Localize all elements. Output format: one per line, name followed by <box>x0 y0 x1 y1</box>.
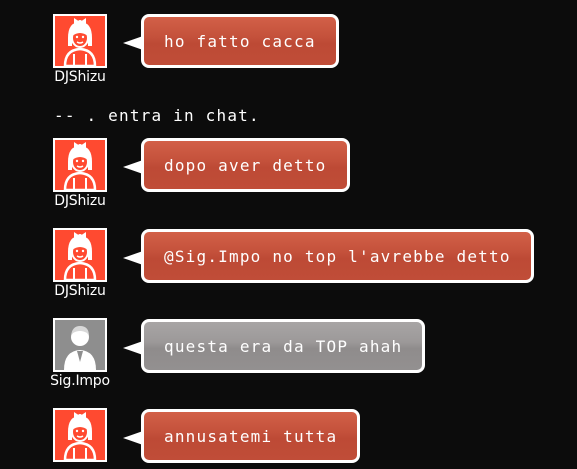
avatar-block: DJShizu <box>44 138 116 210</box>
female-user-icon <box>63 16 97 66</box>
bubble-tail <box>123 160 143 174</box>
avatar-block: Sig.Impo <box>44 318 116 390</box>
avatar-block: DJShizu <box>44 14 116 86</box>
avatar-block: DJShizu <box>44 228 116 300</box>
bubble-tail <box>123 341 143 355</box>
bubble-tail <box>123 431 143 445</box>
message-bubble: dopo aver detto <box>141 138 350 192</box>
message-bubble: ho fatto cacca <box>141 14 339 68</box>
avatar[interactable] <box>53 318 107 372</box>
username[interactable]: DJShizu <box>44 283 116 300</box>
message-bubble: questa era da TOP ahah <box>141 319 426 373</box>
male-user-icon <box>64 326 96 370</box>
avatar[interactable] <box>53 408 107 462</box>
bubble-tail <box>123 36 143 50</box>
female-user-icon <box>63 230 97 280</box>
username[interactable]: DJShizu <box>44 193 116 210</box>
avatar-block <box>44 408 116 463</box>
username[interactable]: DJShizu <box>44 69 116 86</box>
username[interactable]: Sig.Impo <box>44 373 116 390</box>
message-bubble: @Sig.Impo no top l'avrebbe detto <box>141 229 534 283</box>
avatar[interactable] <box>53 138 107 192</box>
bubble-tail <box>123 251 143 265</box>
message-bubble: annusatemi tutta <box>141 409 361 463</box>
female-user-icon <box>63 410 97 460</box>
system-message: -- . entra in chat. <box>54 106 260 125</box>
female-user-icon <box>63 140 97 190</box>
avatar[interactable] <box>53 228 107 282</box>
avatar[interactable] <box>53 14 107 68</box>
